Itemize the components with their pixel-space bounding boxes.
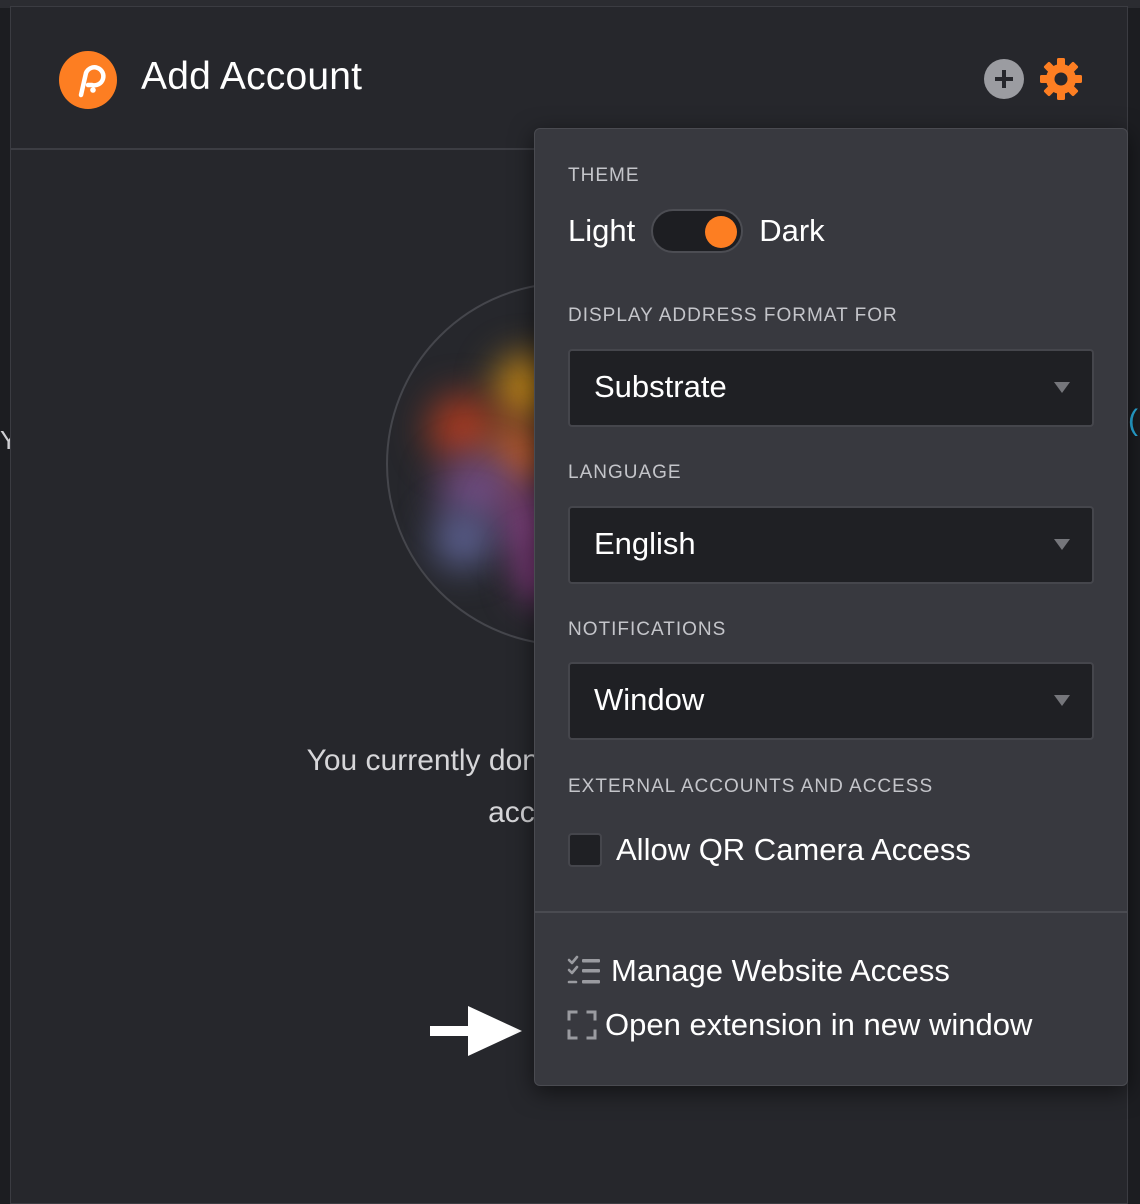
qr-camera-row[interactable]: Allow QR Camera Access bbox=[568, 832, 971, 868]
notifications-value: Window bbox=[594, 682, 705, 717]
open-new-window-label[interactable]: Open extension in new window bbox=[605, 1007, 1032, 1043]
manage-website-access-label[interactable]: Manage Website Access bbox=[611, 953, 950, 989]
address-format-value: Substrate bbox=[594, 369, 727, 404]
address-format-label: DISPLAY ADDRESS FORMAT FOR bbox=[568, 305, 898, 326]
plus-circle-icon bbox=[995, 70, 1013, 88]
menu-divider bbox=[535, 911, 1127, 913]
external-accounts-label: EXTERNAL ACCOUNTS AND ACCESS bbox=[568, 776, 934, 797]
toggle-knob bbox=[705, 216, 738, 248]
polkadot-logo-icon bbox=[59, 51, 117, 109]
settings-menu: THEME Light Dark DISPLAY ADDRESS FORMAT … bbox=[534, 128, 1128, 1086]
add-account-button[interactable] bbox=[984, 59, 1024, 99]
page-title: Add Account bbox=[141, 55, 363, 98]
address-format-select[interactable]: Substrate bbox=[568, 349, 1094, 427]
theme-section-label: THEME bbox=[568, 165, 640, 186]
manage-website-access-link[interactable]: Manage Website Access bbox=[567, 953, 950, 989]
notifications-label: NOTIFICATIONS bbox=[568, 619, 727, 640]
notifications-select[interactable]: Window bbox=[568, 662, 1094, 740]
background-edge-glyph: ( bbox=[1128, 404, 1138, 437]
language-select[interactable]: English bbox=[568, 506, 1094, 584]
caret-down-icon bbox=[1054, 539, 1070, 550]
language-label: LANGUAGE bbox=[568, 462, 682, 483]
qr-camera-checkbox[interactable] bbox=[568, 833, 602, 867]
open-new-window-link[interactable]: Open extension in new window bbox=[567, 1007, 1032, 1043]
checklist-icon bbox=[567, 955, 600, 984]
theme-row: Light Dark bbox=[568, 207, 825, 255]
gear-icon[interactable] bbox=[1038, 56, 1084, 102]
arrow-right-icon bbox=[430, 1006, 522, 1056]
theme-light-label: Light bbox=[568, 213, 636, 248]
caret-down-icon bbox=[1054, 695, 1070, 706]
expand-icon bbox=[567, 1010, 597, 1040]
theme-toggle[interactable] bbox=[651, 209, 744, 253]
caret-down-icon bbox=[1054, 382, 1070, 393]
language-value: English bbox=[594, 526, 696, 561]
theme-dark-label: Dark bbox=[759, 213, 825, 248]
qr-camera-label[interactable]: Allow QR Camera Access bbox=[616, 832, 971, 868]
